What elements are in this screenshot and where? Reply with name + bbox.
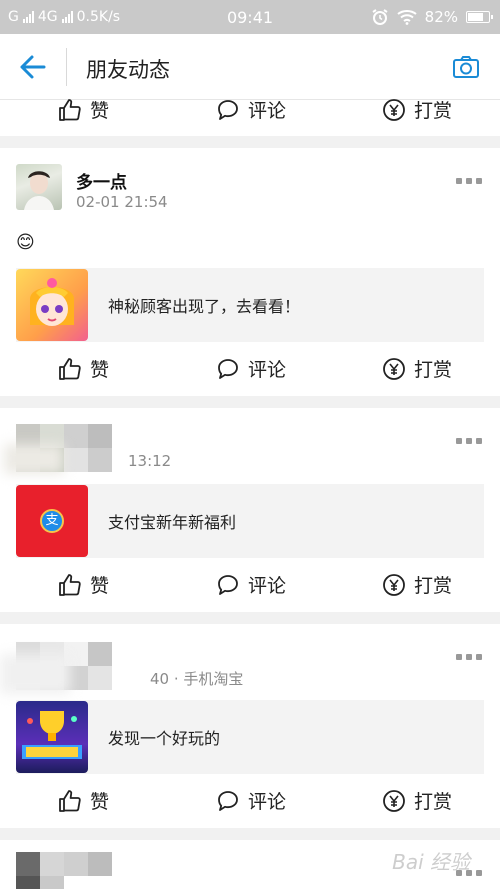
comment-label: 评论 xyxy=(248,791,287,813)
like-label: 赞 xyxy=(90,575,110,597)
comment-bubble-icon xyxy=(218,99,238,120)
yen-coin-icon xyxy=(383,98,405,121)
shared-link-title: 神秘顾客出现了，去看看！ xyxy=(108,297,301,316)
camera-icon[interactable] xyxy=(452,54,480,80)
like-button[interactable]: 赞 xyxy=(58,355,109,382)
blurred-name xyxy=(0,654,70,694)
reward-label: 打赏 xyxy=(414,100,453,122)
blurred-avatar xyxy=(16,852,126,889)
like-label: 赞 xyxy=(90,359,110,381)
trophy-game-icon xyxy=(22,711,82,759)
shared-link-card[interactable]: 发现一个好玩的 xyxy=(16,700,484,774)
yen-coin-icon xyxy=(383,789,405,812)
more-options-icon[interactable] xyxy=(456,438,482,446)
post-time: 13:12 xyxy=(128,452,172,470)
post-source: 40 · 手机淘宝 xyxy=(150,670,244,688)
reward-button[interactable]: 打赏 xyxy=(382,787,452,814)
page-title: 朋友动态 xyxy=(86,58,170,82)
like-button[interactable]: 赞 xyxy=(58,787,109,814)
reward-button[interactable]: 打赏 xyxy=(382,355,452,382)
comment-button[interactable]: 评论 xyxy=(216,787,286,814)
reward-label: 打赏 xyxy=(414,359,453,381)
post-author[interactable]: 多一点 xyxy=(76,168,127,193)
battery-icon xyxy=(466,11,493,23)
title-bar: 朋友动态 xyxy=(0,34,500,100)
comment-bubble-icon xyxy=(218,790,238,811)
comment-label: 评论 xyxy=(248,100,287,122)
post-time: 02-01 21:54 xyxy=(76,193,168,211)
status-right: 82% xyxy=(371,8,493,26)
thumbs-up-icon xyxy=(59,98,81,121)
comment-bubble-icon xyxy=(218,574,238,595)
comment-label: 评论 xyxy=(248,359,287,381)
shared-link-title: 支付宝新年新福利 xyxy=(108,513,237,532)
thumbs-up-icon xyxy=(59,789,81,812)
post-emoji: 😊 xyxy=(16,232,35,253)
reward-button[interactable]: 打赏 xyxy=(382,571,452,598)
comment-bubble-icon xyxy=(218,358,238,379)
comment-button[interactable]: 评论 xyxy=(216,571,286,598)
game-thumbnail xyxy=(16,701,88,773)
more-options-icon[interactable] xyxy=(456,178,482,186)
anime-girl-icon xyxy=(30,278,74,326)
comment-label: 评论 xyxy=(248,575,287,597)
reward-label: 打赏 xyxy=(414,575,453,597)
post-card-previous: 赞 评论 打赏 xyxy=(0,98,500,136)
blurred-name xyxy=(4,444,64,474)
wifi-icon xyxy=(397,10,417,25)
post-card: 40 · 手机淘宝 发现一个好玩的 赞 评论 打赏 xyxy=(0,624,500,828)
back-arrow-icon[interactable] xyxy=(18,54,48,80)
yen-coin-icon xyxy=(383,573,405,596)
watermark: Bai 经验 xyxy=(392,850,470,874)
battery-percent: 82% xyxy=(424,8,458,26)
like-button[interactable]: 赞 xyxy=(58,96,109,123)
title-divider xyxy=(66,48,67,86)
shared-link-title: 发现一个好玩的 xyxy=(108,729,221,748)
avatar-person-icon xyxy=(24,171,54,210)
comment-button[interactable]: 评论 xyxy=(216,96,286,123)
alarm-icon xyxy=(372,9,388,25)
post-card: 多一点 02-01 21:54 😊 神秘顾客出现了，去看看！ 赞 评论 打赏 xyxy=(0,148,500,396)
status-bar: G 4G 0.5K/s 09:41 82% xyxy=(0,0,500,34)
like-label: 赞 xyxy=(90,100,110,122)
game-thumbnail xyxy=(16,269,88,341)
thumbs-up-icon xyxy=(59,357,81,380)
comment-button[interactable]: 评论 xyxy=(216,355,286,382)
avatar[interactable] xyxy=(16,164,62,210)
red-packet-thumbnail: 支 xyxy=(16,485,88,557)
more-options-icon[interactable] xyxy=(456,654,482,662)
shared-link-card[interactable]: 支 支付宝新年新福利 xyxy=(16,484,484,558)
thumbs-up-icon xyxy=(59,573,81,596)
reward-button[interactable]: 打赏 xyxy=(382,96,452,123)
post-card: 13:12 支 支付宝新年新福利 赞 评论 打赏 xyxy=(0,408,500,612)
alipay-logo-icon: 支 xyxy=(40,509,64,533)
post-card-next: Bai 经验 xyxy=(0,840,500,889)
like-label: 赞 xyxy=(90,791,110,813)
like-button[interactable]: 赞 xyxy=(58,571,109,598)
yen-coin-icon xyxy=(383,357,405,380)
shared-link-card[interactable]: 神秘顾客出现了，去看看！ xyxy=(16,268,484,342)
reward-label: 打赏 xyxy=(414,791,453,813)
